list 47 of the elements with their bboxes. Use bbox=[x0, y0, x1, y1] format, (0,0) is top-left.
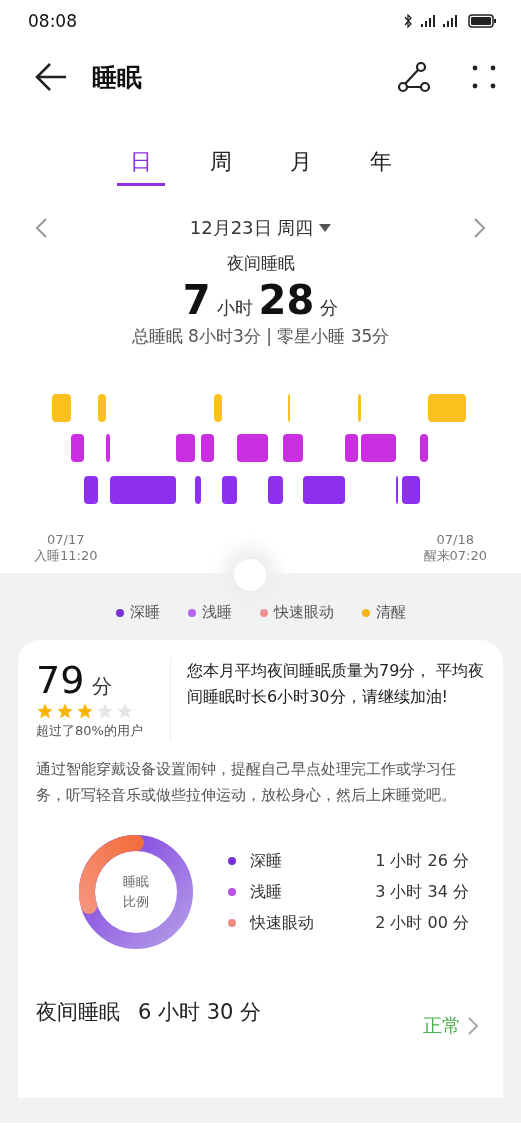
next-icon[interactable] bbox=[473, 217, 487, 239]
stage-duration: 3 小时 34 分 bbox=[375, 881, 469, 903]
stage-label: 浅睡 bbox=[250, 881, 283, 903]
start-date: 07/17 bbox=[47, 532, 85, 547]
star-icon bbox=[116, 702, 134, 720]
period-tab[interactable]: 月 bbox=[276, 140, 325, 186]
chevron-icon bbox=[467, 1016, 479, 1036]
wake-time: 醒来07:20 bbox=[423, 547, 487, 565]
star-icon bbox=[36, 702, 54, 720]
stage-duration: 2 小时 00 分 bbox=[375, 912, 469, 934]
score-unit: 分 bbox=[92, 673, 113, 700]
star-icon bbox=[56, 702, 74, 720]
minutes-value: 28 bbox=[258, 277, 315, 323]
hours-unit: 小时 bbox=[216, 296, 253, 320]
star-icon bbox=[76, 702, 94, 720]
stage-label: 深睡 bbox=[250, 850, 283, 872]
status-time: 08:08 bbox=[28, 11, 77, 31]
score-message: 您本月平均夜间睡眠质量为79分， 平均夜间睡眠时长6小时30分，请继续加油! bbox=[186, 660, 485, 708]
legend-label: 清醒 bbox=[375, 603, 406, 622]
period-tab[interactable]: 年 bbox=[356, 140, 405, 186]
legend-label: 浅睡 bbox=[201, 603, 232, 622]
date-picker[interactable]: 12月23日 周四 bbox=[183, 215, 338, 241]
previous-icon[interactable] bbox=[34, 217, 48, 239]
dropdown-caret-icon bbox=[319, 224, 332, 232]
stage-label: 快速眼动 bbox=[250, 912, 315, 934]
more-icon[interactable] bbox=[471, 64, 497, 90]
back-arrow-icon[interactable] bbox=[34, 62, 68, 92]
night-sleep-label: 夜间睡眠 bbox=[36, 999, 120, 1026]
legend-label: 快速眼动 bbox=[273, 603, 334, 622]
night-sleep-label: 夜间睡眠 bbox=[225, 252, 296, 275]
star-icon bbox=[96, 702, 114, 720]
end-date: 07/18 bbox=[436, 532, 474, 547]
sleep-start-time: 入睡11:20 bbox=[34, 547, 98, 565]
hours-value: 7 bbox=[182, 277, 211, 323]
donut-label: 睡眠比例 bbox=[122, 873, 150, 911]
sleep-summary: 总睡眠 8小时3分 | 零星小睡 35分 bbox=[130, 325, 391, 348]
period-tab[interactable]: 周 bbox=[196, 140, 245, 186]
share-icon[interactable] bbox=[397, 61, 431, 93]
page-title: 睡眠 bbox=[92, 61, 143, 94]
stage-duration: 1 小时 26 分 bbox=[375, 850, 469, 872]
minutes-unit: 分 bbox=[320, 296, 339, 320]
night-sleep-duration: 6 小时 30 分 bbox=[138, 999, 262, 1026]
percentile-note: 超过了80%的用户 bbox=[36, 722, 144, 740]
period-tab[interactable]: 日 bbox=[116, 140, 165, 186]
sleep-tip: 通过智能穿戴设备设置闹钟，提醒自己早点处理完工作或学习任务，听写轻音乐或做些拉伸运动，放松身心，然后上床睡觉吧。 bbox=[36, 759, 457, 806]
legend-label: 深睡 bbox=[129, 603, 160, 622]
score-value: 79 bbox=[36, 658, 85, 702]
